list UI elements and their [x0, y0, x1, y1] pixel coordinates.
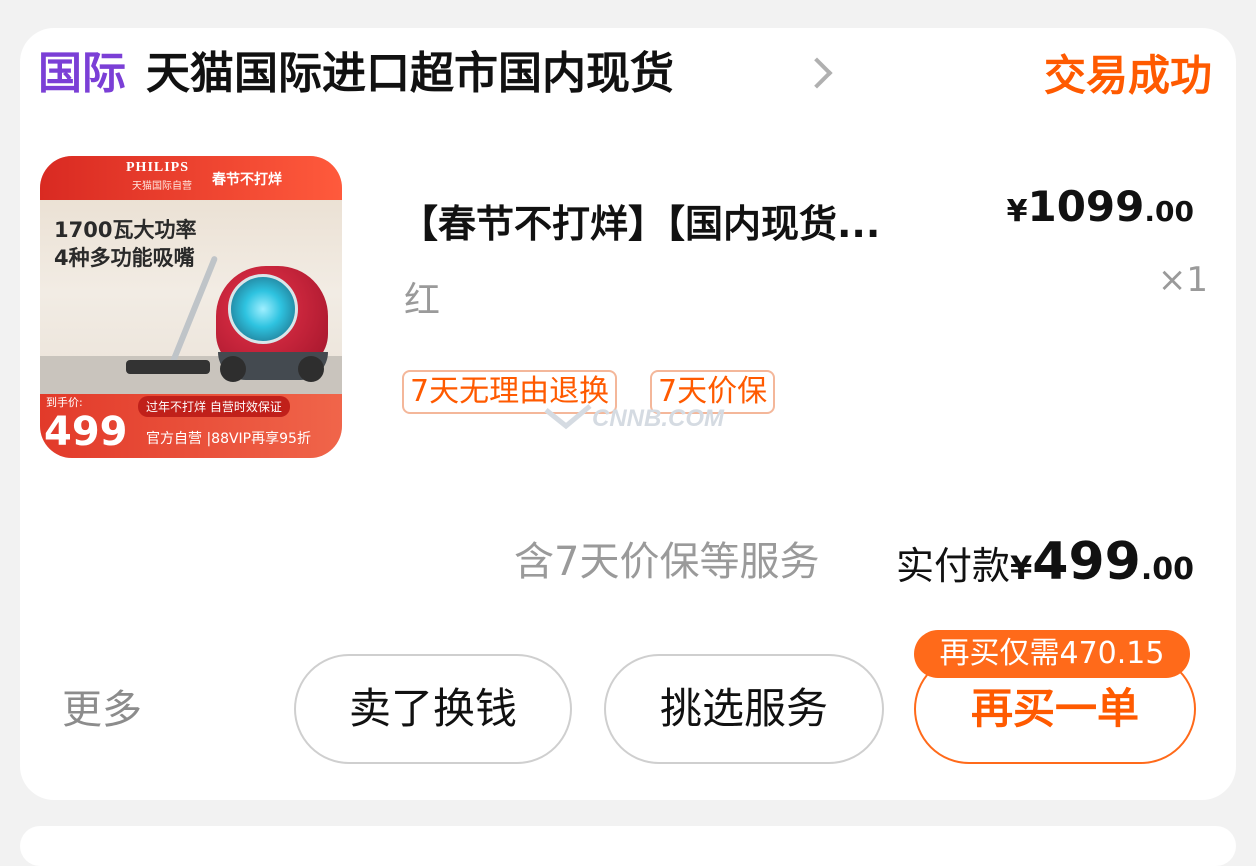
image-bottom-text: 官方自营 |88VIP再享95折 — [146, 431, 311, 447]
paid-label: 实付款 — [896, 544, 1011, 588]
vacuum-dust-bin — [228, 274, 298, 344]
rebuy-price-badge: 再买仅需470.15 — [914, 630, 1190, 678]
image-promo: 过年不打烊 自营时效保证 — [138, 396, 290, 417]
choose-service-button[interactable]: 挑选服务 — [604, 654, 884, 764]
paid-currency: ¥ — [1010, 549, 1033, 587]
vacuum-pipe — [167, 255, 219, 369]
image-price: 499 — [44, 409, 128, 455]
image-brand: PHILIPS — [126, 160, 190, 175]
vacuum-wheel — [298, 356, 324, 382]
price-decimal: .00 — [1144, 195, 1194, 228]
image-festival-tag: 春节不打烊 — [212, 172, 282, 188]
intl-badge: 国际 — [38, 48, 126, 99]
image-brand-sub: 天猫国际自营 — [132, 181, 192, 192]
product-quantity: ×1 — [1157, 260, 1208, 300]
watermark-text: CNNB.COM — [592, 405, 725, 432]
vacuum-wheel — [220, 356, 246, 382]
product-variant: 红 — [404, 280, 441, 321]
more-link[interactable]: 更多 — [62, 684, 142, 736]
watermark-logo: CNNB.COM — [544, 404, 725, 432]
service-note: 含7天价保等服务 — [514, 539, 820, 585]
product-image[interactable]: PHILIPS 天猫国际自营 春节不打烊 1700瓦大功率 4种多功能吸嘴 过年… — [40, 156, 342, 458]
order-status: 交易成功 — [1043, 51, 1212, 100]
vacuum-head — [126, 360, 210, 374]
price-integer: 1099 — [1027, 182, 1145, 231]
image-price-label: 到手价: — [46, 396, 83, 409]
sell-button[interactable]: 卖了换钱 — [294, 654, 572, 764]
paid-integer: 499 — [1032, 532, 1141, 592]
image-feature-line-1: 1700瓦大功率 — [54, 218, 197, 242]
paid-amount: 实付款¥499.00 — [896, 532, 1194, 592]
paid-decimal: .00 — [1140, 552, 1194, 587]
product-title[interactable]: 【春节不打烊】【国内现货... — [400, 198, 1010, 250]
next-order-card — [20, 826, 1236, 866]
image-feature-line-2: 4种多功能吸嘴 — [54, 246, 195, 270]
price-currency: ¥ — [1006, 194, 1028, 229]
product-price: ¥1099.00 — [1007, 182, 1194, 231]
shop-name-link[interactable]: 天猫国际进口超市国内现货 — [146, 46, 674, 102]
